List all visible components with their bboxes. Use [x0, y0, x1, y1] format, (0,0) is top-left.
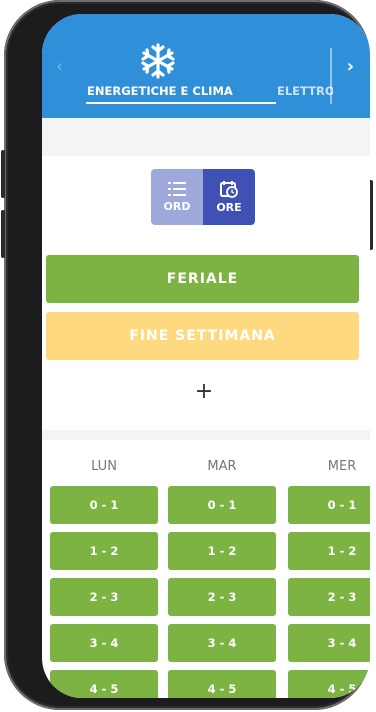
chevron-right-icon[interactable]: › [347, 58, 354, 76]
toggle-ord-label: ORD [163, 200, 191, 213]
tab-active-indicator [86, 102, 276, 104]
time-slot-lun[interactable]: 0 - 1 [50, 486, 158, 524]
day-header-mer: MER [327, 459, 357, 474]
side-button [1, 150, 5, 198]
time-slot-lun[interactable]: 3 - 4 [50, 624, 158, 662]
time-slot-mar[interactable]: 2 - 3 [168, 578, 276, 616]
snowflake-icon [141, 43, 175, 79]
tab-energetiche-e-clima[interactable]: ENERGETICHE E CLIMA [87, 84, 233, 98]
list-icon [168, 182, 186, 196]
day-header-lun: LUN [91, 459, 117, 474]
tab-elettro[interactable]: ELETTRO [277, 84, 333, 98]
time-slot-lun[interactable]: 1 - 2 [50, 532, 158, 570]
side-button [1, 210, 5, 258]
time-slot-mar[interactable]: 4 - 5 [168, 670, 276, 698]
time-slot-mer[interactable]: 2 - 3 [288, 578, 370, 616]
time-slot-mar[interactable]: 1 - 2 [168, 532, 276, 570]
time-slot-mar[interactable]: 0 - 1 [168, 486, 276, 524]
toggle-ore-label: ORE [216, 201, 242, 214]
section-band [42, 118, 370, 156]
tab-divider [330, 48, 332, 104]
program-feriale-button[interactable]: FERIALE [46, 255, 359, 303]
time-slot-mar[interactable]: 3 - 4 [168, 624, 276, 662]
toggle-ord-button[interactable]: ORD [151, 169, 203, 225]
app-screen: ‹ › ENERGETICHE E CLIMA ELETTRO ORD ORE … [42, 14, 370, 698]
chevron-left-icon[interactable]: ‹ [56, 58, 63, 76]
time-slot-mer[interactable]: 4 - 5 [288, 670, 370, 698]
calendar-clock-icon [220, 181, 238, 198]
time-slot-lun[interactable]: 2 - 3 [50, 578, 158, 616]
add-program-button[interactable]: + [192, 380, 216, 404]
section-band [42, 430, 370, 440]
time-slot-mer[interactable]: 1 - 2 [288, 532, 370, 570]
phone-frame: ‹ › ENERGETICHE E CLIMA ELETTRO ORD ORE … [1, 0, 373, 710]
time-slot-lun[interactable]: 4 - 5 [50, 670, 158, 698]
time-slot-mer[interactable]: 0 - 1 [288, 486, 370, 524]
view-toggle: ORD ORE [151, 169, 255, 225]
time-slot-mer[interactable]: 3 - 4 [288, 624, 370, 662]
category-header: ‹ › ENERGETICHE E CLIMA ELETTRO [42, 14, 370, 118]
toggle-ore-button[interactable]: ORE [203, 169, 255, 225]
day-header-mar: MAR [207, 459, 237, 474]
program-fine-settimana-button[interactable]: FINE SETTIMANA [46, 312, 359, 360]
